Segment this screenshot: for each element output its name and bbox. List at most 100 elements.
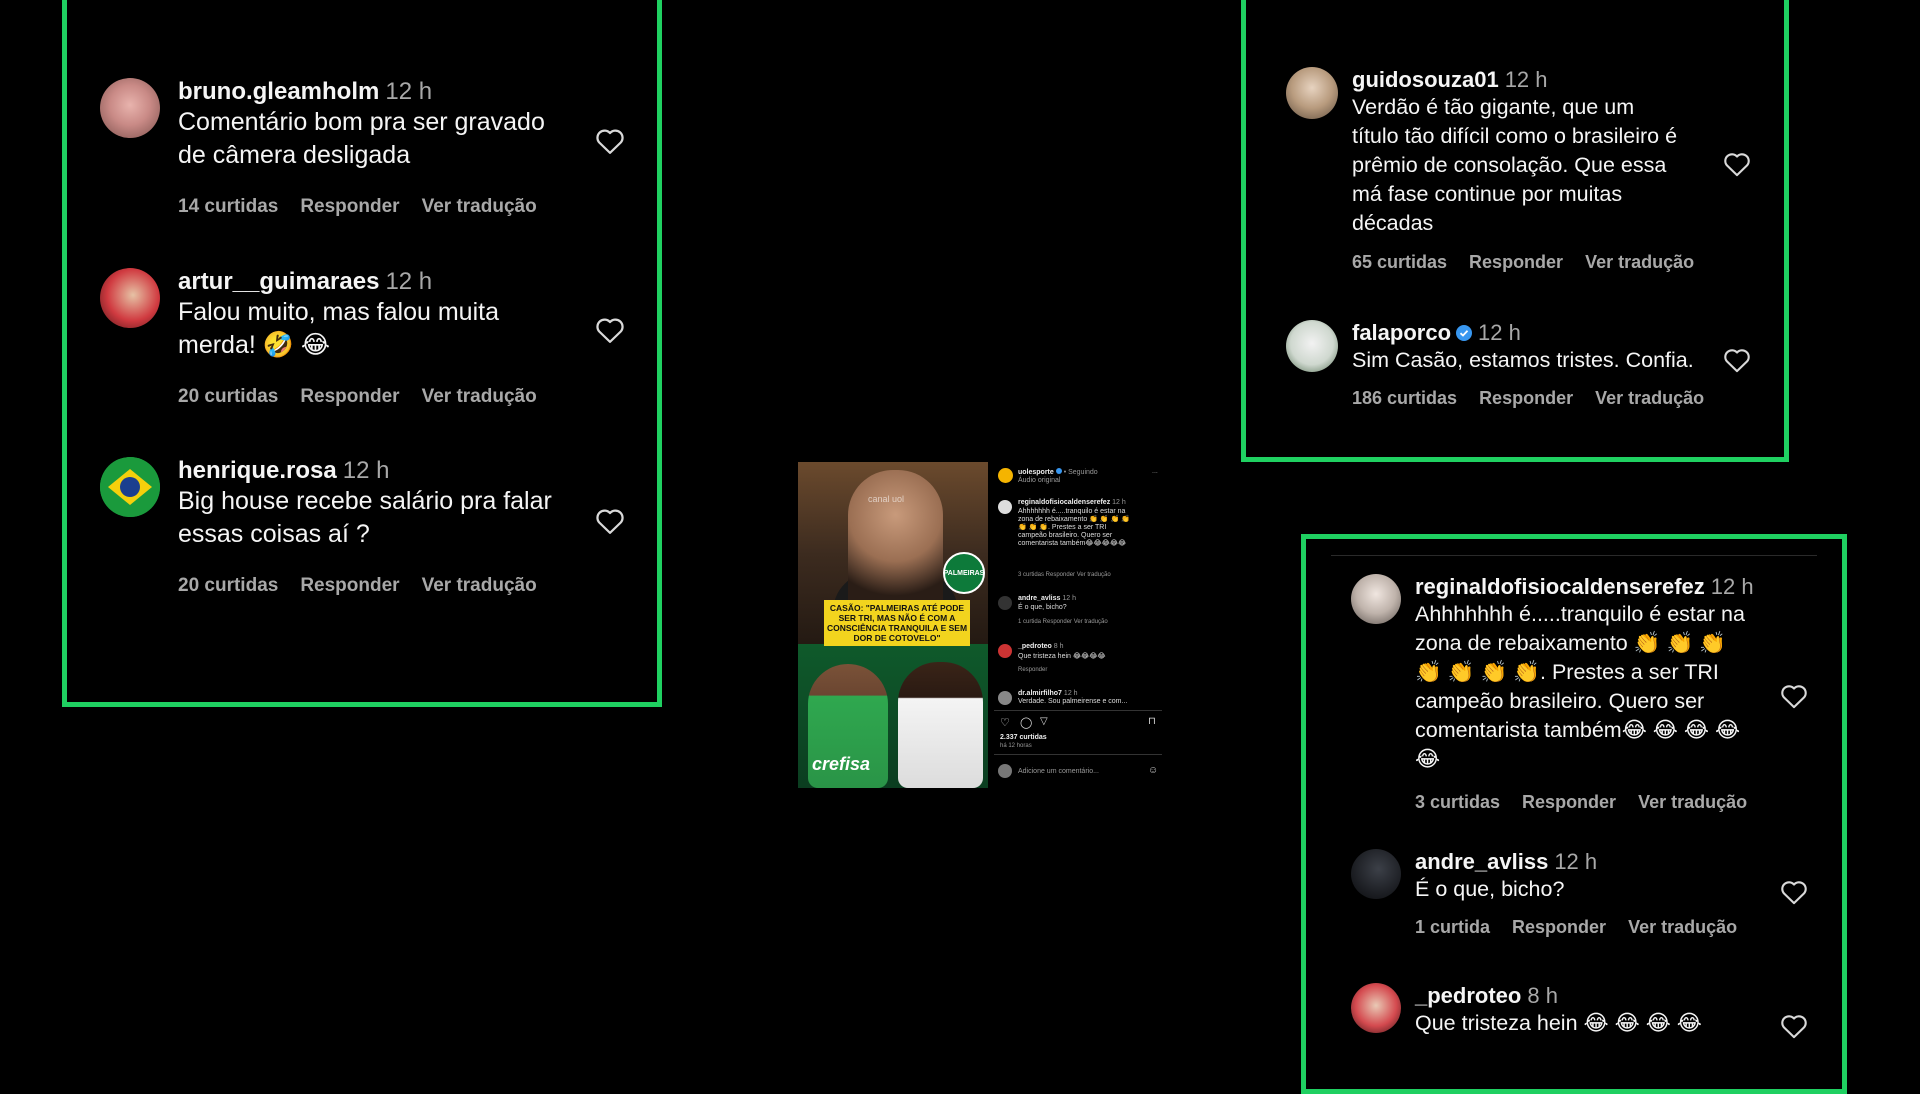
comment-username[interactable]: _pedroteo <box>1018 643 1052 650</box>
avatar[interactable] <box>100 78 160 138</box>
audio-label[interactable]: Áudio original <box>1018 477 1060 484</box>
comment-actions: 1 curtida Responder Ver tradução <box>1415 917 1759 938</box>
heart-outline-icon[interactable] <box>1780 879 1808 905</box>
reply-button[interactable]: Responder <box>1512 917 1606 937</box>
comment-actions: 20 curtidas Responder Ver tradução <box>178 575 559 597</box>
comments-panel-left: bruno.gleamholm 12 h Comentário bom pra s… <box>62 0 662 707</box>
post-account[interactable]: uolesporte <box>1018 469 1054 476</box>
comment-icon[interactable]: ◯ <box>1020 716 1032 729</box>
likes-count[interactable]: 1 curtida <box>1415 917 1490 937</box>
comment-username[interactable]: andre_avliss <box>1415 849 1548 874</box>
heart-outline-icon[interactable] <box>595 127 625 155</box>
heart-outline-icon[interactable] <box>595 507 625 535</box>
reply-button[interactable]: Responder <box>300 196 399 217</box>
likes-count[interactable]: 3 curtidas <box>1415 792 1500 812</box>
likes-count[interactable]: 186 curtidas <box>1352 388 1457 408</box>
heart-outline-icon[interactable] <box>595 316 625 344</box>
comment-actions: 186 curtidas Responder Ver tradução <box>1352 388 1726 409</box>
comment-text: É o que, bicho? <box>1415 877 1565 901</box>
comment-text: Ahhhhhhh é.....tranquilo é estar na zona… <box>1018 508 1130 547</box>
comment-item: henrique.rosa 12 h Big house recebe salár… <box>67 457 657 607</box>
comment-text: Verdade. Sou palmeirense e com... <box>1018 698 1128 705</box>
comment-username[interactable]: bruno.gleamholm <box>178 78 379 105</box>
reel-video[interactable]: canal uol PALMEIRAS crefisa CASÃO: "PALM… <box>798 462 988 788</box>
heart-outline-icon[interactable] <box>1723 151 1751 177</box>
comment-username[interactable]: dr.almirfilho7 <box>1018 690 1062 697</box>
comment-actions: 65 curtidas Responder Ver tradução <box>1352 252 1716 273</box>
heart-outline-icon[interactable] <box>1723 347 1751 373</box>
translate-button[interactable]: Ver tradução <box>422 575 537 596</box>
likes-count[interactable]: 14 curtidas <box>178 196 278 217</box>
comment-item: bruno.gleamholm 12 h Comentário bom pra s… <box>67 78 657 228</box>
translate-button[interactable]: Ver tradução <box>1585 252 1694 272</box>
post-screenshot: canal uol PALMEIRAS crefisa CASÃO: "PALM… <box>798 462 1162 788</box>
avatar[interactable] <box>1286 320 1338 372</box>
avatar[interactable] <box>100 268 160 328</box>
comment-username[interactable]: reginaldofisiocaldenserefez <box>1415 574 1705 599</box>
comment-time: 12 h <box>1504 67 1548 92</box>
reply-button[interactable]: Responder <box>1469 252 1563 272</box>
comment-username[interactable]: henrique.rosa <box>178 457 337 484</box>
translate-button[interactable]: Ver tradução <box>1628 917 1737 937</box>
likes-count[interactable]: 20 curtidas <box>178 386 278 407</box>
comment-item: reginaldofisiocaldenserefez 12 h Ahhhhhhh… <box>1306 574 1842 824</box>
comment-actions: 3 curtidas Responder Ver tradução <box>1415 792 1769 813</box>
heart-outline-icon[interactable] <box>1780 1013 1808 1039</box>
comments-panel-bottom-right: reginaldofisiocaldenserefez 12 h Ahhhhhhh… <box>1301 534 1847 1094</box>
avatar[interactable] <box>1351 574 1401 624</box>
translate-button[interactable]: Ver tradução <box>422 196 537 217</box>
brazil-flag-icon <box>100 457 160 517</box>
comment-time: 12 h <box>1554 849 1598 874</box>
comment-actions[interactable]: 3 curtidas Responder Ver tradução <box>1018 572 1111 578</box>
following-label[interactable]: • Seguindo <box>1064 469 1098 476</box>
post-time: há 12 horas <box>1000 743 1032 749</box>
video-person <box>848 470 943 620</box>
translate-button[interactable]: Ver tradução <box>422 386 537 407</box>
likes-count[interactable]: 20 curtidas <box>178 575 278 596</box>
comment-text: Comentário bom pra ser gravado de câmera… <box>178 108 545 169</box>
reply-button[interactable]: Responder <box>1522 792 1616 812</box>
comment-username[interactable]: falaporco <box>1352 320 1451 345</box>
avatar[interactable] <box>998 500 1012 514</box>
share-icon[interactable]: ▽ <box>1040 716 1048 727</box>
comment-username[interactable]: andre_avliss <box>1018 595 1060 602</box>
bookmark-icon[interactable]: ⊓ <box>1148 716 1156 727</box>
avatar[interactable] <box>1351 849 1401 899</box>
translate-button[interactable]: Ver tradução <box>1638 792 1747 812</box>
comment-username[interactable]: reginaldofisiocaldenserefez <box>1018 499 1110 506</box>
avatar[interactable] <box>998 468 1013 483</box>
palmeiras-badge-icon: PALMEIRAS <box>943 552 985 594</box>
comment-item: falaporco 12 h Sim Casão, estamos tristes… <box>1246 320 1784 430</box>
more-options-icon[interactable]: ... <box>1152 468 1158 475</box>
comment-text: Que tristeza hein 😂😂😂😂 <box>1018 653 1106 660</box>
divider <box>994 754 1162 755</box>
emoji-icon[interactable]: ☺ <box>1148 765 1158 776</box>
avatar[interactable] <box>100 457 160 517</box>
likes-count[interactable]: 65 curtidas <box>1352 252 1447 272</box>
avatar[interactable] <box>998 596 1012 610</box>
comment-time: 8 h <box>1053 643 1064 650</box>
player-image <box>898 662 983 788</box>
comment-item: guidosouza01 12 h Verdão é tão gigante, q… <box>1246 67 1784 287</box>
comment-username[interactable]: _pedroteo <box>1415 983 1521 1008</box>
comment-text: É o que, bicho? <box>1018 604 1067 611</box>
post-likes[interactable]: 2.337 curtidas <box>1000 734 1047 741</box>
comment-username[interactable]: guidosouza01 <box>1352 67 1499 92</box>
comment-actions[interactable]: Responder <box>1018 667 1047 673</box>
avatar[interactable] <box>998 691 1012 705</box>
comment-actions[interactable]: 1 curtida Responder Ver tradução <box>1018 619 1108 625</box>
translate-button[interactable]: Ver tradução <box>1595 388 1704 408</box>
avatar[interactable] <box>998 644 1012 658</box>
add-comment-input[interactable]: Adicione um comentário... <box>1018 768 1099 775</box>
like-icon[interactable]: ♡ <box>1000 716 1010 729</box>
avatar[interactable] <box>1351 983 1401 1033</box>
reply-button[interactable]: Responder <box>300 386 399 407</box>
comment-username[interactable]: artur__guimaraes <box>178 268 379 295</box>
avatar[interactable] <box>1286 67 1338 119</box>
reply-button[interactable]: Responder <box>1479 388 1573 408</box>
heart-outline-icon[interactable] <box>1780 683 1808 709</box>
comment-time: 12 h <box>385 268 433 295</box>
verified-icon <box>1055 468 1062 474</box>
reply-button[interactable]: Responder <box>300 575 399 596</box>
verified-badge-icon <box>1456 325 1473 341</box>
